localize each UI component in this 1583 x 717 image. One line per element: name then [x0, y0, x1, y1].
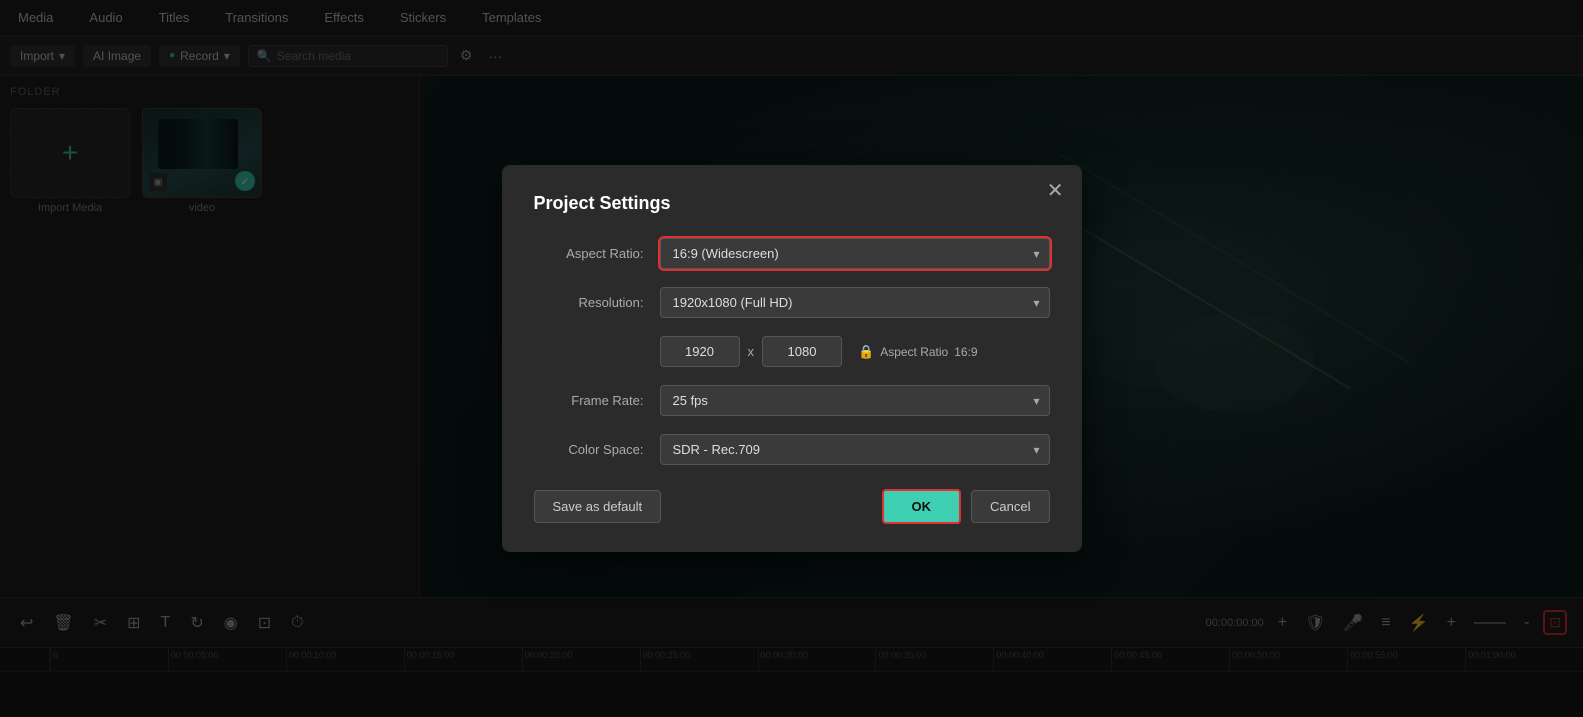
modal-title: Project Settings: [534, 193, 1050, 214]
color-space-select-wrapper: SDR - Rec.709 HDR - Rec.2020 ▾: [660, 434, 1050, 465]
color-space-label: Color Space:: [534, 442, 644, 457]
color-space-row: Color Space: SDR - Rec.709 HDR - Rec.202…: [534, 434, 1050, 465]
lock-aspect-label: Aspect Ratio: [880, 345, 948, 359]
resolution-dimensions-row: x 🔒 Aspect Ratio 16:9: [534, 336, 1050, 367]
lock-aspect-ratio: 🔒 Aspect Ratio 16:9: [858, 344, 978, 360]
modal-overlay: Project Settings ✕ Aspect Ratio: 16:9 (W…: [0, 0, 1583, 717]
aspect-ratio-row: Aspect Ratio: 16:9 (Widescreen) 4:3 1:1 …: [534, 238, 1050, 269]
aspect-ratio-select-wrapper: 16:9 (Widescreen) 4:3 1:1 9:16 ▾: [660, 238, 1050, 269]
cancel-button[interactable]: Cancel: [971, 490, 1049, 523]
frame-rate-row: Frame Rate: 25 fps 24 fps 30 fps 60 fps …: [534, 385, 1050, 416]
aspect-ratio-select[interactable]: 16:9 (Widescreen) 4:3 1:1 9:16: [660, 238, 1050, 269]
ok-button[interactable]: OK: [882, 489, 962, 524]
frame-rate-select-wrapper: 25 fps 24 fps 30 fps 60 fps ▾: [660, 385, 1050, 416]
resolution-label: Resolution:: [534, 295, 644, 310]
resolution-select[interactable]: 1920x1080 (Full HD) 1280x720 (HD) 3840x2…: [660, 287, 1050, 318]
resolution-row: Resolution: 1920x1080 (Full HD) 1280x720…: [534, 287, 1050, 318]
aspect-ratio-label: Aspect Ratio:: [534, 246, 644, 261]
resolution-width-input[interactable]: [660, 336, 740, 367]
resolution-inputs: x 🔒 Aspect Ratio 16:9: [660, 336, 1050, 367]
lock-icon: 🔒: [858, 344, 874, 360]
modal-buttons: Save as default OK Cancel: [534, 489, 1050, 524]
modal-close-button[interactable]: ✕: [1047, 181, 1064, 201]
save-as-default-button[interactable]: Save as default: [534, 490, 662, 523]
color-space-select[interactable]: SDR - Rec.709 HDR - Rec.2020: [660, 434, 1050, 465]
frame-rate-label: Frame Rate:: [534, 393, 644, 408]
frame-rate-select[interactable]: 25 fps 24 fps 30 fps 60 fps: [660, 385, 1050, 416]
lock-aspect-value: 16:9: [954, 345, 977, 359]
project-settings-modal: Project Settings ✕ Aspect Ratio: 16:9 (W…: [502, 165, 1082, 552]
resolution-select-wrapper: 1920x1080 (Full HD) 1280x720 (HD) 3840x2…: [660, 287, 1050, 318]
resolution-height-input[interactable]: [762, 336, 842, 367]
resolution-x-separator: x: [748, 344, 755, 359]
